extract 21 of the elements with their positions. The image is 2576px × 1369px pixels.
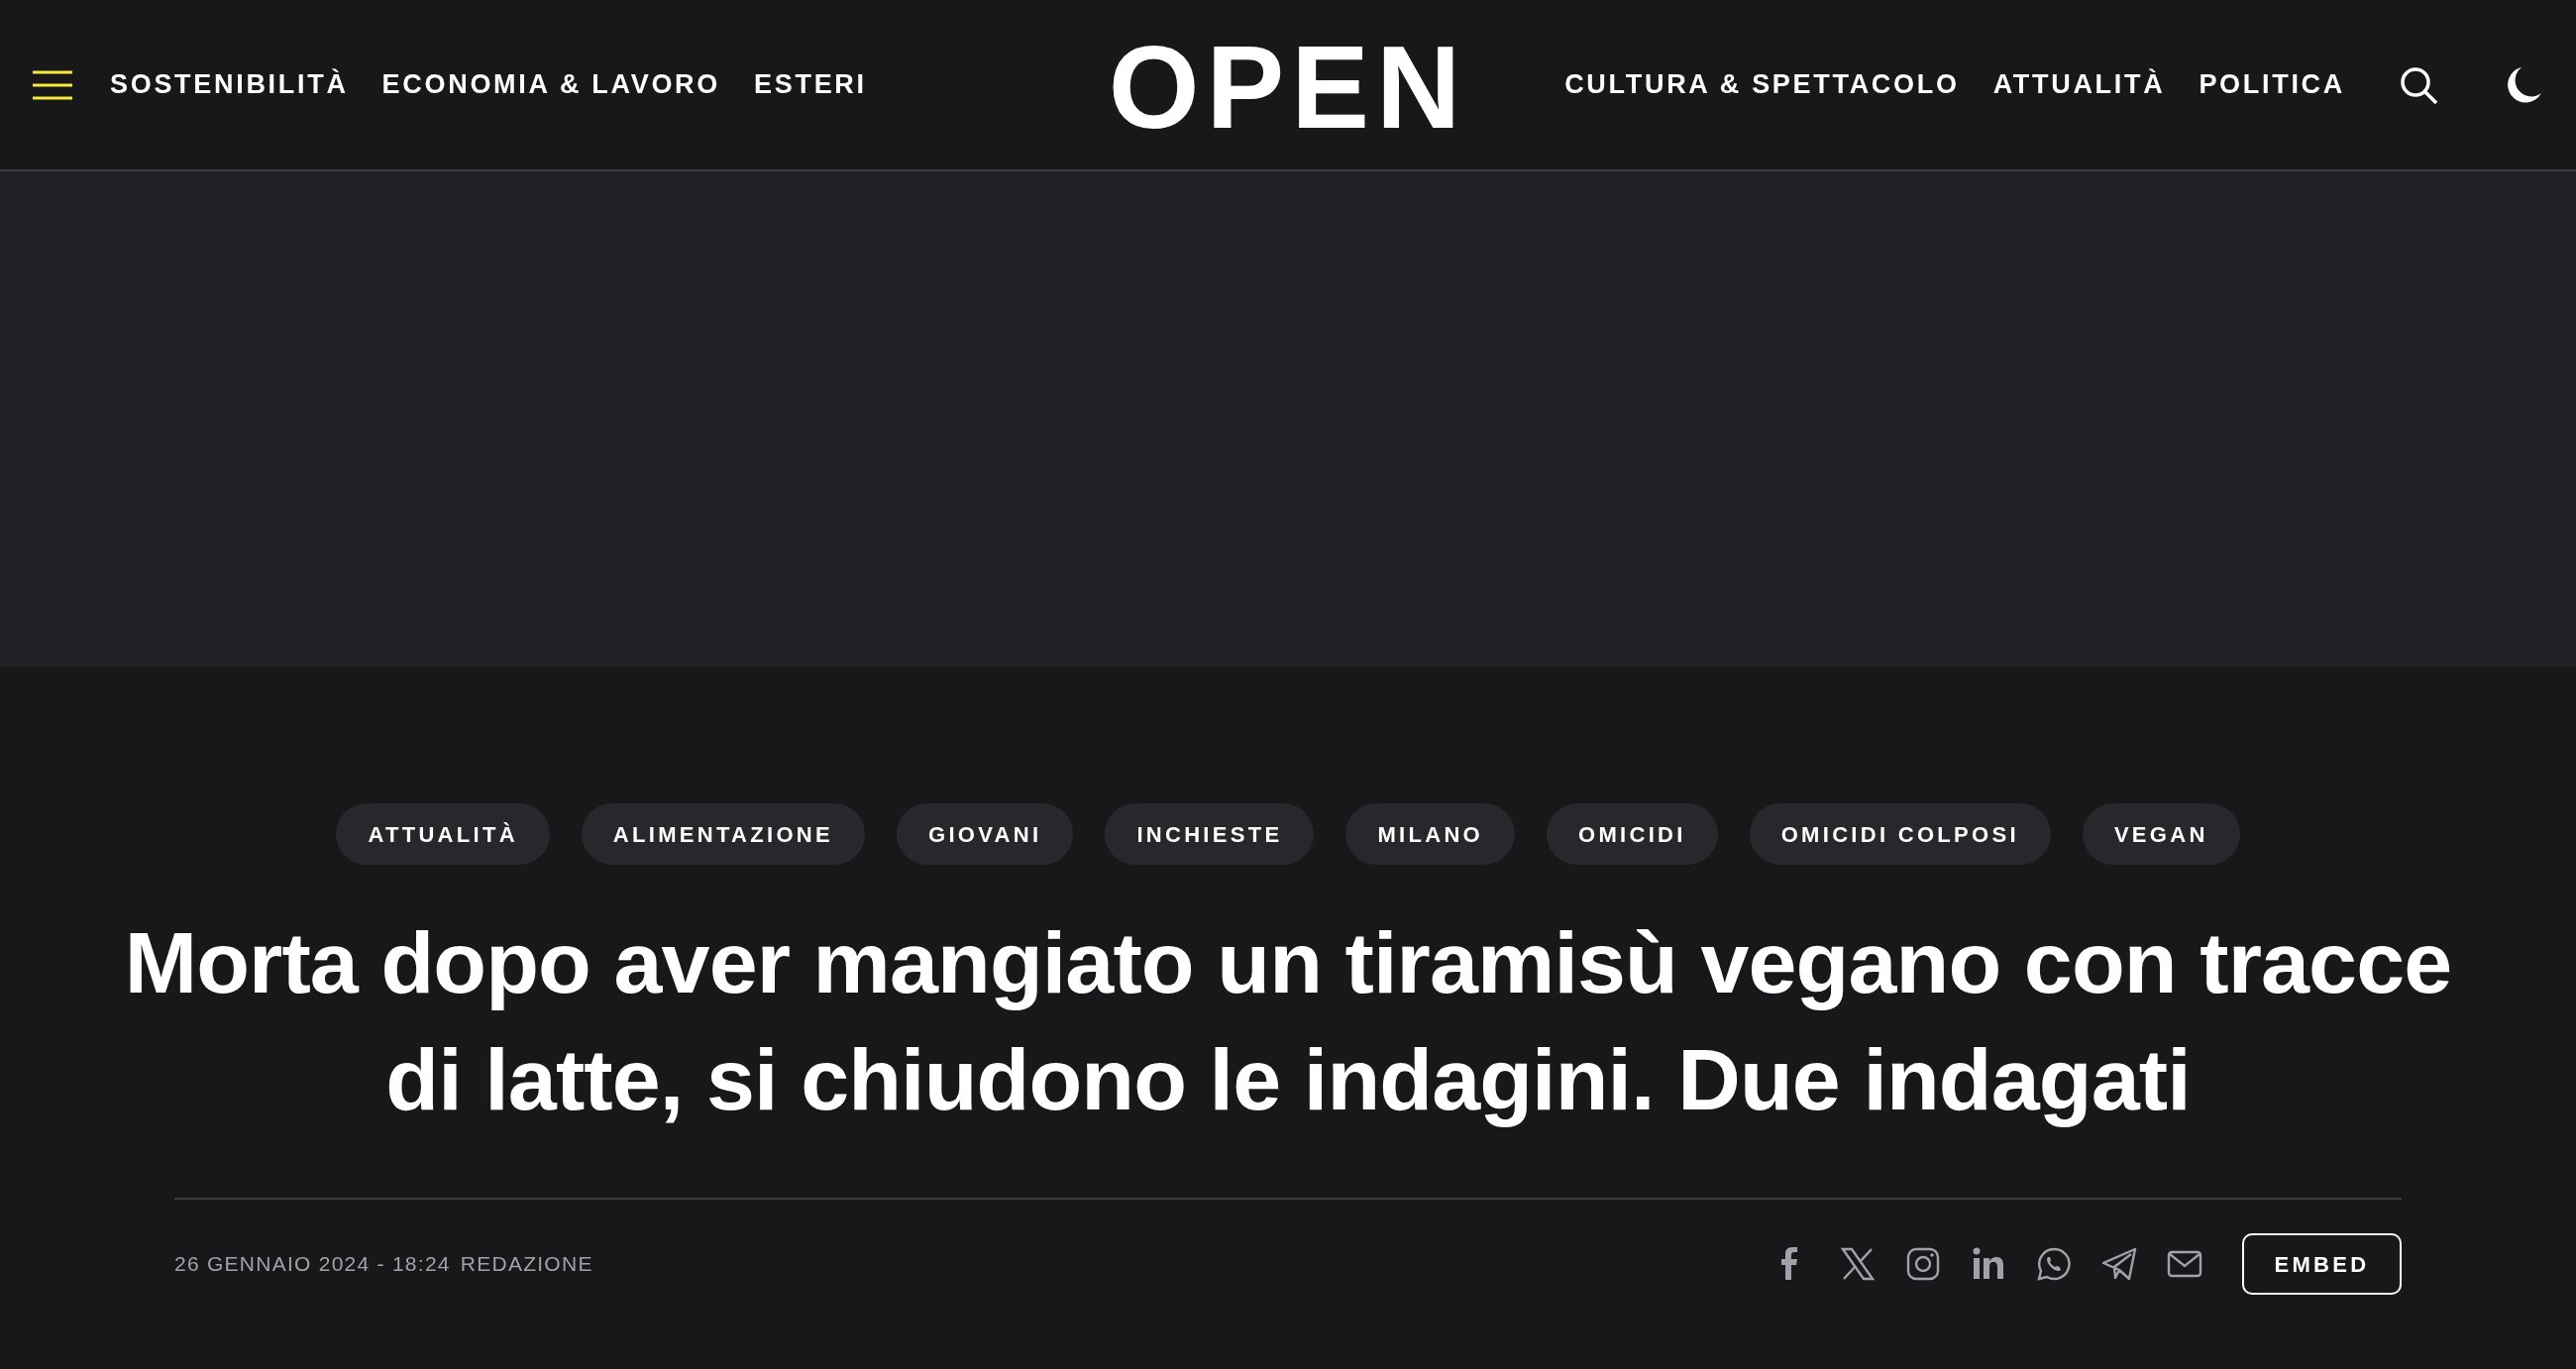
tag-pill[interactable]: INCHIESTE xyxy=(1105,803,1315,865)
tag-pill[interactable]: OMICIDI xyxy=(1547,803,1718,865)
publish-date: 26 GENNAIO 2024 - 18:24 xyxy=(174,1251,451,1278)
tag-pill[interactable]: MILANO xyxy=(1345,803,1516,865)
tag-pill[interactable]: GIOVANI xyxy=(897,803,1074,865)
nav-link[interactable]: ESTERI xyxy=(754,64,867,105)
tag-pill[interactable]: ALIMENTAZIONE xyxy=(581,803,865,865)
article-title: Morta dopo aver mangiato un tiramisù vegano con tracce di latte, si chiudono le indagini. Due indagati xyxy=(123,912,2453,1130)
search-icon[interactable] xyxy=(2399,64,2438,105)
tag-pill[interactable]: VEGAN xyxy=(2082,803,2240,865)
site-logo[interactable]: OPEN xyxy=(1108,28,1468,146)
nav-link[interactable]: POLITICA xyxy=(2199,64,2345,105)
nav-link[interactable]: ATTUALITÀ xyxy=(1992,64,2166,105)
author-link[interactable]: REDAZIONE xyxy=(460,1248,593,1280)
menu-icon[interactable] xyxy=(33,69,72,100)
nav-link[interactable]: CULTURA & SPETTACOLO xyxy=(1564,64,1960,105)
embed-button[interactable]: EMBED xyxy=(2242,1233,2402,1295)
nav-link[interactable]: ECONOMIA & LAVORO xyxy=(381,64,720,105)
nav-link[interactable]: SOSTENIBILITÀ xyxy=(110,64,349,105)
tag-pill[interactable]: OMICIDI COLPOSI xyxy=(1749,803,2051,865)
tag-pill[interactable]: ATTUALITÀ xyxy=(336,803,550,865)
